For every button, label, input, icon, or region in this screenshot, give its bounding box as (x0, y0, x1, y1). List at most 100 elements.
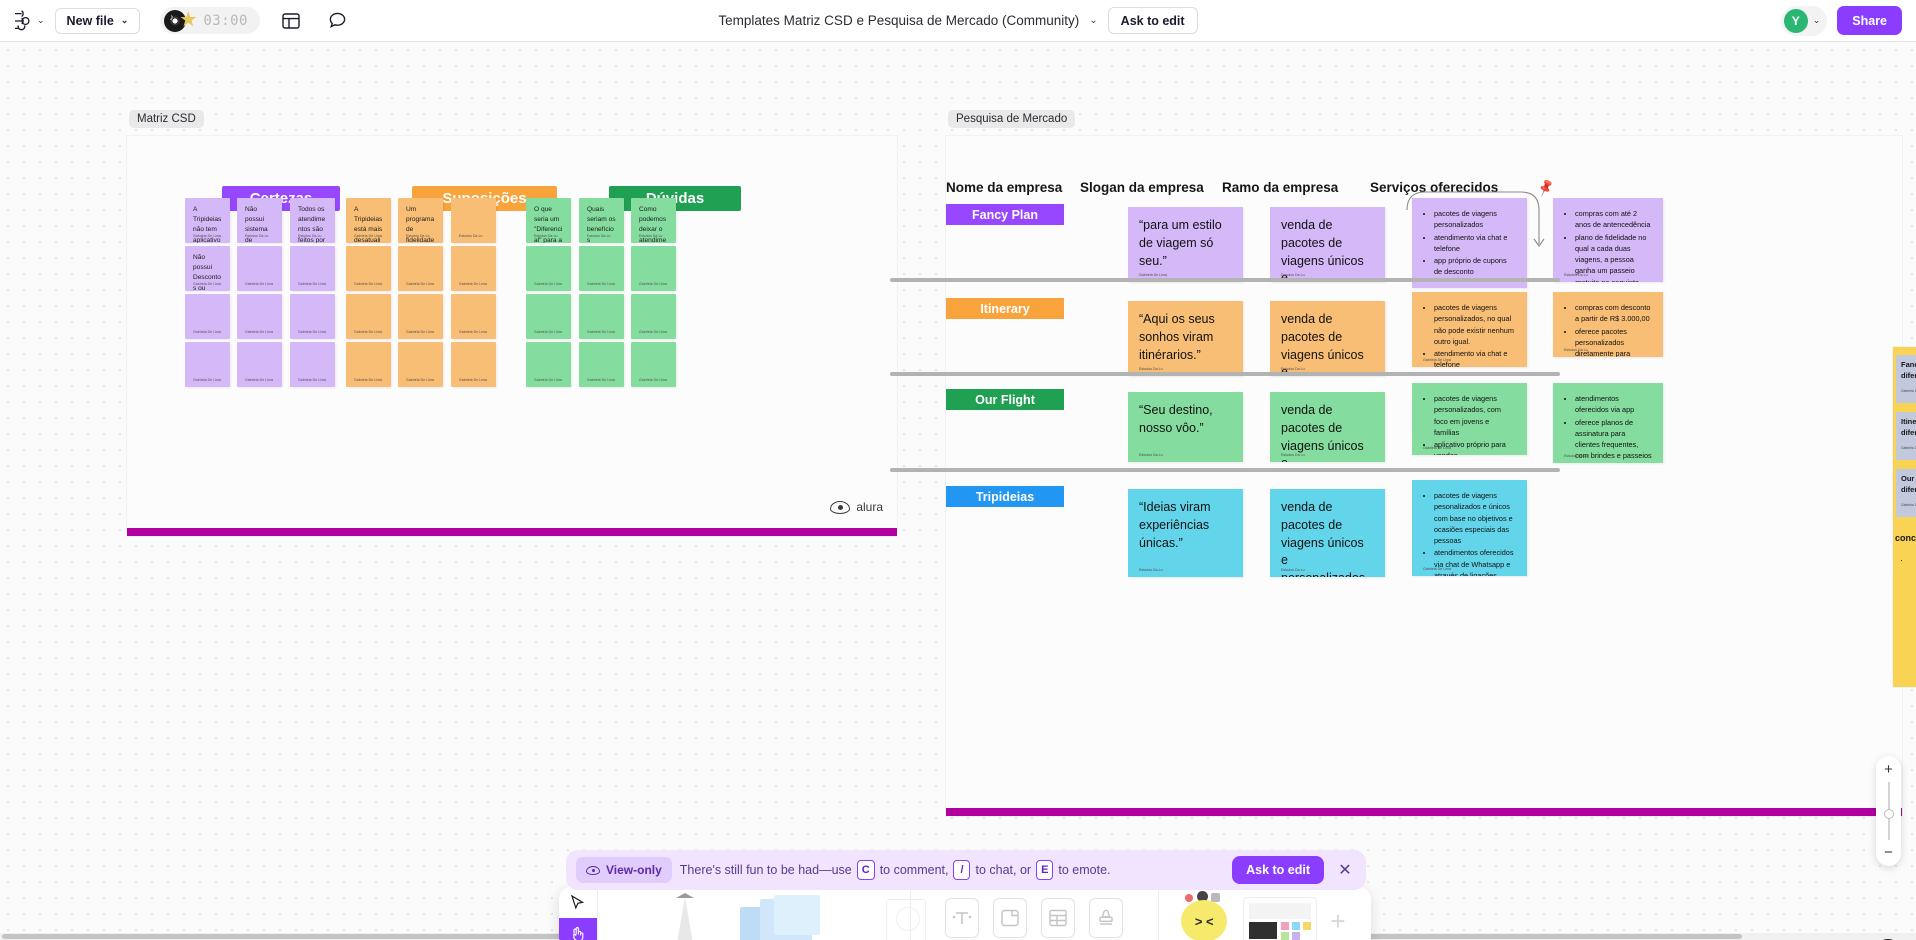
pm-ramo-note[interactable]: venda de pacotes de viagens únicos e per… (1270, 207, 1385, 282)
diferencial-chip[interactable]: Itinerarydiferencial Gabriela De Lima (1896, 412, 1916, 460)
pm-servicos-item: app próprio de cupons de desconto (1434, 255, 1516, 278)
zoom-slider[interactable] (1883, 782, 1894, 840)
sticky-note[interactable]: Gabriela De Lima (237, 246, 282, 291)
section-frame-icon[interactable] (993, 898, 1028, 938)
board-pesquisa-de-mercado[interactable]: Pesquisa de Mercado Nome da empresa Sloga… (890, 110, 1902, 816)
sticky-note[interactable]: Gabriela De Lima (290, 246, 335, 291)
sticky-note[interactable]: Não possui sistema de assinatura para cl… (237, 198, 282, 243)
pm-company-chip[interactable]: Our Flight (946, 389, 1064, 410)
figjam-canvas[interactable]: Matriz CSD CertezasA Tripideias não tem … (0, 42, 1916, 940)
sticky-note[interactable]: Gabriela De Lima (579, 246, 624, 291)
chevron-down-icon[interactable]: ⌄ (1089, 15, 1097, 26)
hand-pan-icon[interactable] (559, 918, 597, 940)
board-label-matriz-csd[interactable]: Matriz CSD (129, 110, 204, 128)
sticky-note[interactable]: Gabriela De Lima (579, 294, 624, 339)
sticky-note[interactable]: Gabriela De Lima (185, 294, 230, 339)
widgets-icon[interactable] (1243, 897, 1318, 940)
board-label-pesquisa-mercado[interactable]: Pesquisa de Mercado (948, 110, 1076, 128)
sticky-note[interactable]: O que seria um "Diferencial" para a empr… (526, 198, 571, 243)
sticky-note[interactable]: Quais seriam os benefícios financeiros q… (579, 198, 624, 243)
music-timer-widget[interactable]: ★ 03:00 (160, 7, 260, 34)
sticky-note[interactable]: Um programa de fidelidade parecer ser al… (398, 198, 443, 243)
sticky-note[interactable]: Gabriela De Lima (237, 342, 282, 387)
sticky-note[interactable]: Gabriela De Lima (631, 294, 676, 339)
view-only-badge: View-only (576, 857, 672, 883)
cursor-arrow-icon[interactable] (559, 887, 597, 918)
key-c[interactable]: C (856, 860, 875, 880)
pushpin-icon[interactable]: 📌 (1536, 178, 1557, 199)
banner-ask-to-edit-button[interactable]: Ask to edit (1232, 856, 1324, 884)
user-avatar-menu[interactable]: Y ⌄ (1780, 5, 1828, 36)
sticky-note[interactable]: Estudos Da Lu (451, 198, 496, 243)
text-tool-icon[interactable] (945, 898, 980, 938)
sticky-note[interactable]: Gabriela De Lima (346, 294, 391, 339)
diferencial-chip[interactable]: Fancy Plandiferencial Gabriela De Lima (1896, 355, 1916, 403)
ask-to-edit-button[interactable]: Ask to edit (1107, 7, 1198, 34)
pm-servicos-note[interactable]: pacotes de viagens personalizadosatendim… (1412, 198, 1527, 288)
pen-tool-icon[interactable] (675, 897, 694, 940)
pm-extra-note[interactable]: atendimentos oferecidos via appoferece p… (1553, 383, 1663, 463)
pm-slogan-note[interactable]: “Aqui os seus sonhos viram itinérarios.”… (1128, 301, 1243, 376)
diferencial-chip[interactable]: Our Flightdiferencial Gabriela De Lima (1896, 469, 1916, 517)
key-slash[interactable]: / (953, 860, 971, 880)
sticky-note-author: Gabriela De Lima (406, 330, 434, 334)
comment-bubble-icon[interactable] (322, 6, 352, 36)
sticky-note[interactable]: Gabriela De Lima (398, 342, 443, 387)
share-button[interactable]: Share (1837, 6, 1902, 35)
zoom-slider-knob[interactable] (1883, 808, 1894, 819)
pm-company-chip[interactable]: Tripideias (946, 486, 1064, 507)
table-grid-icon[interactable] (1041, 898, 1076, 938)
sticky-note[interactable]: Gabriela De Lima (526, 246, 571, 291)
sticky-note[interactable]: Gabriela De Lima (451, 342, 496, 387)
sticky-note[interactable]: A Tripideias não tem aplicativo próprio.… (185, 198, 230, 243)
pm-servicos-note[interactable]: pacotes de viagens personalizados, com f… (1412, 383, 1527, 455)
pm-slogan-note[interactable]: “Seu destino, nosso vôo.” Estudos Da Lu (1128, 392, 1243, 462)
stamp-icon[interactable] (1089, 898, 1124, 938)
sticky-note[interactable]: Gabriela De Lima (631, 342, 676, 387)
sticky-note[interactable]: Gabriela De Lima (290, 342, 335, 387)
conclusoes-note[interactable] (1896, 551, 1916, 621)
draw-tools-group[interactable] (598, 887, 926, 940)
sticky-note[interactable]: Todos os atendimentos são feitos por tel… (290, 198, 335, 243)
sticky-note[interactable]: Gabriela De Lima (237, 294, 282, 339)
new-file-button[interactable]: New file ⌄ (54, 7, 141, 34)
sticky-note[interactable]: Não possui Descontos ou condições especi… (185, 246, 230, 291)
sticky-note-author: Gabriela De Lima (354, 330, 382, 334)
sticky-note[interactable]: Gabriela De Lima (631, 246, 676, 291)
shapes-icon[interactable] (885, 899, 926, 940)
emoji-laugh-icon[interactable]: > < (1181, 900, 1228, 940)
figma-menu-button[interactable]: ⌄ (12, 9, 45, 32)
sticky-note[interactable]: A Tripideias está mais desatualizada com… (346, 198, 391, 243)
sticky-note[interactable]: Gabriela De Lima (526, 342, 571, 387)
pm-extra-note[interactable]: compras com desconto a partir de R$ 3.00… (1553, 292, 1663, 357)
zoom-in-button[interactable]: + (1884, 762, 1893, 777)
sticky-note[interactable]: Gabriela De Lima (579, 342, 624, 387)
sticky-note[interactable]: Gabriela De Lima (451, 294, 496, 339)
pm-extra-note[interactable]: compras com até 2 anos de antencedênciap… (1553, 198, 1663, 282)
close-icon[interactable]: ✕ (1332, 857, 1358, 883)
pm-servicos-note[interactable]: pacotes de viagens personalizados, no qu… (1412, 292, 1527, 367)
pm-ramo-note[interactable]: venda de pacotes de viagens únicos e per… (1270, 489, 1385, 577)
board-matriz-csd[interactable]: Matriz CSD CertezasA Tripideias não tem … (127, 110, 897, 536)
pm-servicos-note[interactable]: pacotes de viagens pesonalizados e único… (1412, 480, 1527, 576)
key-e[interactable]: E (1036, 860, 1054, 880)
sticky-note[interactable]: Gabriela De Lima (290, 294, 335, 339)
layout-panel-icon[interactable] (276, 6, 306, 36)
pm-company-chip[interactable]: Fancy Plan (946, 204, 1064, 225)
add-more-icon[interactable]: + (1321, 904, 1355, 938)
sticky-note[interactable]: Gabriela De Lima (398, 294, 443, 339)
sticky-note[interactable]: Gabriela De Lima (451, 246, 496, 291)
pm-slogan-note[interactable]: “para um estilo de viagem só seu.” Gabrie… (1128, 207, 1243, 282)
pm-ramo-note[interactable]: venda de pacotes de viagens únicos e per… (1270, 301, 1385, 376)
sticky-note[interactable]: Gabriela De Lima (346, 342, 391, 387)
sticky-note[interactable]: Gabriela De Lima (185, 342, 230, 387)
pm-company-chip[interactable]: Itinerary (946, 298, 1064, 319)
sticky-note[interactable]: Gabriela De Lima (346, 246, 391, 291)
pm-slogan-note[interactable]: “Ideias viram experiências únicas.” Estud… (1128, 489, 1243, 577)
sticky-note[interactable]: Gabriela De Lima (398, 246, 443, 291)
pm-ramo-note[interactable]: venda de pacotes de viagens únicos e per… (1270, 392, 1385, 462)
zoom-out-button[interactable]: − (1884, 845, 1893, 860)
sticky-note[interactable]: Como podemos deixar o atendimento mais e… (631, 198, 676, 243)
board-diferenciais-partial[interactable]: Fancy PlandiferencialGabriela De Lima Iti… (1893, 347, 1916, 687)
sticky-note[interactable]: Gabriela De Lima (526, 294, 571, 339)
